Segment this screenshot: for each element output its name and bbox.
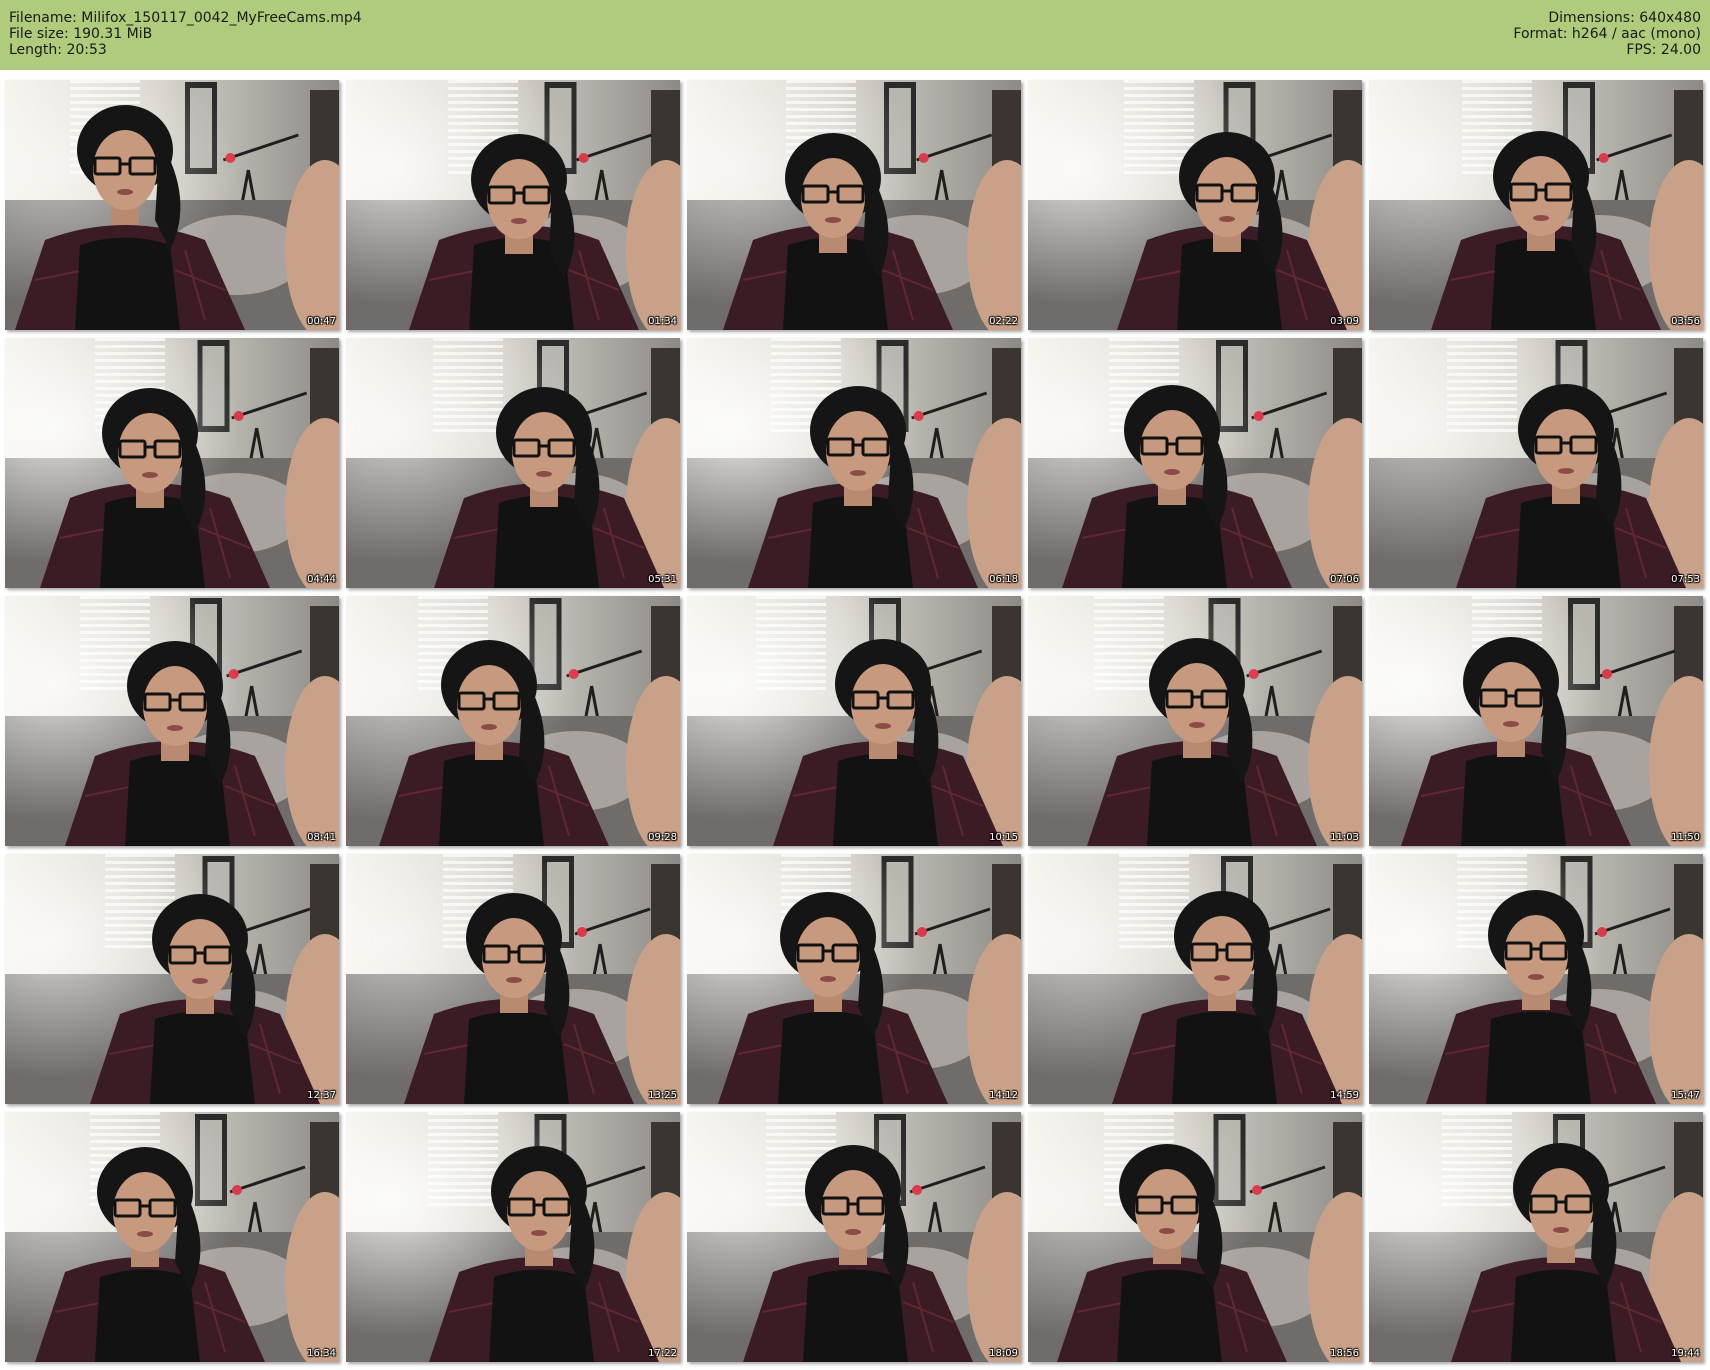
- frame-image: [1028, 80, 1362, 330]
- timestamp-label: 14:12: [989, 1090, 1018, 1101]
- video-thumbnail: 08:41: [5, 596, 339, 846]
- timestamp-label: 07:06: [1330, 574, 1359, 585]
- video-thumbnail: 07:06: [1028, 338, 1362, 588]
- timestamp-label: 11:50: [1671, 832, 1700, 843]
- frame-image: [1369, 1112, 1703, 1362]
- frame-image: [346, 80, 680, 330]
- frame-image: [687, 1112, 1021, 1362]
- video-thumbnail: 18:56: [1028, 1112, 1362, 1362]
- frame-image: [1369, 854, 1703, 1104]
- timestamp-label: 18:09: [989, 1348, 1018, 1359]
- frame-image: [346, 596, 680, 846]
- frame-image: [1028, 854, 1362, 1104]
- timestamp-label: 08:41: [307, 832, 336, 843]
- video-thumbnail: 11:50: [1369, 596, 1703, 846]
- video-thumbnail: 13:25: [346, 854, 680, 1104]
- video-thumbnail: 01:34: [346, 80, 680, 330]
- frame-image: [346, 854, 680, 1104]
- video-thumbnail: 16:34: [5, 1112, 339, 1362]
- timestamp-label: 14:59: [1330, 1090, 1359, 1101]
- timestamp-label: 05:31: [648, 574, 677, 585]
- video-thumbnail: 17:22: [346, 1112, 680, 1362]
- timestamp-label: 01:34: [648, 316, 677, 327]
- timestamp-label: 03:09: [1330, 316, 1359, 327]
- timestamp-label: 11:03: [1330, 832, 1359, 843]
- timestamp-label: 09:28: [648, 832, 677, 843]
- frame-image: [5, 338, 339, 588]
- frame-image: [687, 596, 1021, 846]
- length-text: Length: 20:53: [9, 42, 107, 58]
- frame-image: [5, 80, 339, 330]
- frame-image: [1028, 338, 1362, 588]
- video-thumbnail: 04:44: [5, 338, 339, 588]
- video-thumbnail: 14:12: [687, 854, 1021, 1104]
- frame-image: [346, 338, 680, 588]
- info-header: Filename: Milifox_150117_0042_MyFreeCams…: [0, 0, 1710, 70]
- frame-image: [687, 80, 1021, 330]
- timestamp-label: 02:22: [989, 316, 1018, 327]
- video-thumbnail: 05:31: [346, 338, 680, 588]
- frame-image: [5, 1112, 339, 1362]
- video-thumbnail: 15:47: [1369, 854, 1703, 1104]
- timestamp-label: 07:53: [1671, 574, 1700, 585]
- video-thumbnail: 10:15: [687, 596, 1021, 846]
- filename-text: Filename: Milifox_150117_0042_MyFreeCams…: [9, 10, 362, 26]
- frame-image: [1369, 596, 1703, 846]
- fps-text: FPS: 24.00: [1626, 42, 1701, 58]
- timestamp-label: 04:44: [307, 574, 336, 585]
- timestamp-label: 06:18: [989, 574, 1018, 585]
- file-info: Filename: Milifox_150117_0042_MyFreeCams…: [9, 10, 362, 58]
- timestamp-label: 17:22: [648, 1348, 677, 1359]
- video-thumbnail: 09:28: [346, 596, 680, 846]
- video-thumbnail: 03:09: [1028, 80, 1362, 330]
- format-text: Format: h264 / aac (mono): [1513, 26, 1701, 42]
- timestamp-label: 10:15: [989, 832, 1018, 843]
- video-thumbnail: 14:59: [1028, 854, 1362, 1104]
- timestamp-label: 19:44: [1671, 1348, 1700, 1359]
- video-thumbnail: 11:03: [1028, 596, 1362, 846]
- stream-info: Dimensions: 640x480 Format: h264 / aac (…: [1513, 10, 1701, 58]
- frame-image: [346, 1112, 680, 1362]
- frame-image: [5, 596, 339, 846]
- video-thumbnail: 03:56: [1369, 80, 1703, 330]
- video-thumbnail: 07:53: [1369, 338, 1703, 588]
- frame-image: [1028, 596, 1362, 846]
- video-thumbnail: 18:09: [687, 1112, 1021, 1362]
- video-thumbnail: 12:37: [5, 854, 339, 1104]
- timestamp-label: 03:56: [1671, 316, 1700, 327]
- dimensions-text: Dimensions: 640x480: [1548, 10, 1701, 26]
- filesize-text: File size: 190.31 MiB: [9, 26, 153, 42]
- timestamp-label: 12:37: [307, 1090, 336, 1101]
- timestamp-label: 16:34: [307, 1348, 336, 1359]
- video-thumbnail: 06:18: [687, 338, 1021, 588]
- frame-image: [687, 854, 1021, 1104]
- video-thumbnail: 02:22: [687, 80, 1021, 330]
- frame-image: [1369, 338, 1703, 588]
- frame-image: [1369, 80, 1703, 330]
- timestamp-label: 18:56: [1330, 1348, 1359, 1359]
- video-thumbnail: 19:44: [1369, 1112, 1703, 1362]
- timestamp-label: 15:47: [1671, 1090, 1700, 1101]
- frame-image: [687, 338, 1021, 588]
- frame-image: [5, 854, 339, 1104]
- video-thumbnail: 00:47: [5, 80, 339, 330]
- frame-image: [1028, 1112, 1362, 1362]
- timestamp-label: 13:25: [648, 1090, 677, 1101]
- timestamp-label: 00:47: [307, 316, 336, 327]
